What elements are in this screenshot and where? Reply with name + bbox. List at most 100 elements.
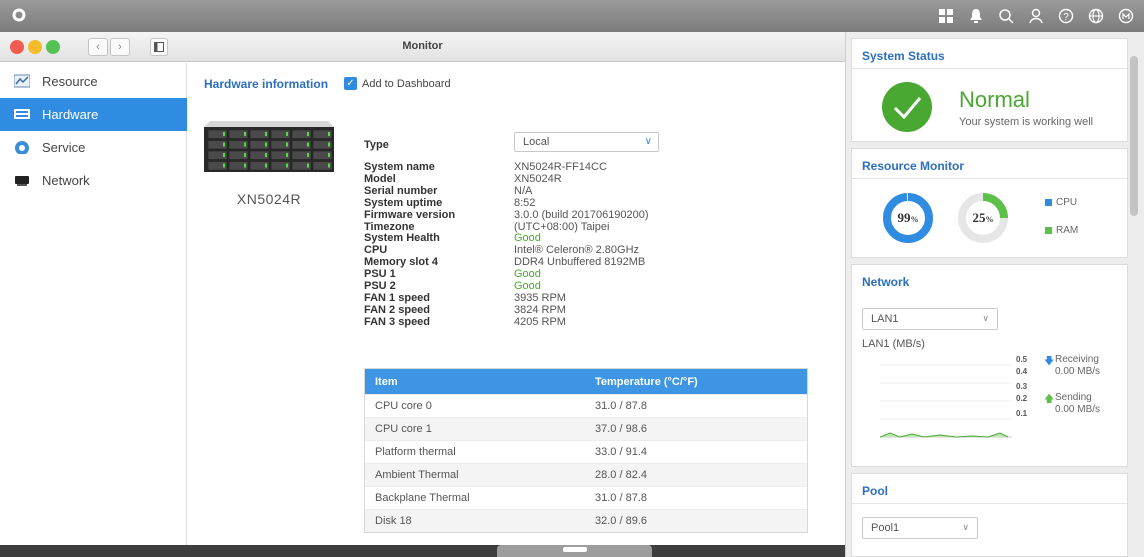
- field-value: (UTC+08:00) Taipei: [514, 220, 610, 233]
- field-label: Serial number: [364, 184, 438, 197]
- cpu-legend: CPU: [1045, 197, 1077, 208]
- network-icon: [15, 176, 29, 186]
- field-value: Good: [514, 268, 541, 281]
- field-label: FAN 2 speed: [364, 303, 431, 316]
- monitor-window: ‹ › Monitor Resource Hardware Service Ne…: [0, 32, 845, 557]
- pool-card: Pool Pool1 ∨: [851, 473, 1128, 557]
- sidebar-item-label: Network: [42, 173, 90, 188]
- table-row: CPU core 1 37.0 / 98.6: [365, 417, 807, 440]
- network-card: Network LAN1 ∨ LAN1 (MB/s) 0.5 0.4 0.3 0…: [851, 264, 1128, 467]
- field-label: Firmware version: [364, 208, 456, 221]
- receiving-info: 🡇 Receiving 0.00 MB/s: [1044, 354, 1101, 377]
- field-label: Timezone: [364, 220, 415, 233]
- type-label: Type: [364, 139, 389, 151]
- cell-item: CPU core 1: [375, 423, 432, 435]
- field-label: FAN 1 speed: [364, 291, 431, 304]
- table-row: CPU core 0 31.0 / 87.8: [365, 394, 807, 417]
- sidebar-item-hardware[interactable]: Hardware: [0, 98, 187, 131]
- cell-temperature: 28.0 / 82.4: [595, 469, 647, 481]
- cell-temperature: 32.0 / 89.6: [595, 515, 647, 527]
- field-label: Model: [364, 172, 396, 185]
- window-titlebar: ‹ › Monitor: [0, 32, 845, 62]
- ram-percent: 25%: [972, 210, 994, 225]
- table-row: Ambient Thermal 28.0 / 82.4: [365, 463, 807, 486]
- network-interface-select[interactable]: LAN1 ∨: [862, 308, 998, 330]
- dock-handle[interactable]: [497, 545, 652, 557]
- pool-title: Pool: [852, 474, 1127, 504]
- cell-temperature: 33.0 / 91.4: [595, 446, 647, 458]
- system-status-card: System Status Normal Your system is work…: [851, 38, 1128, 142]
- panel-scrollbar-thumb[interactable]: [1130, 56, 1138, 216]
- table-row: Disk 18 32.0 / 89.6: [365, 509, 807, 532]
- check-circle-icon: [882, 82, 932, 132]
- cell-item: CPU core 0: [375, 400, 432, 412]
- cell-temperature: 31.0 / 87.8: [595, 492, 647, 504]
- field-value: N/A: [514, 184, 533, 197]
- search-icon[interactable]: [996, 5, 1016, 27]
- type-select-value: Local: [523, 136, 550, 148]
- field-label: FAN 3 speed: [364, 315, 431, 328]
- field-value: 4205 RPM: [514, 315, 566, 328]
- window-title: Monitor: [402, 40, 443, 52]
- network-chart: [880, 364, 1012, 438]
- sending-info: 🡅 Sending 0.00 MB/s: [1044, 392, 1101, 415]
- sidebar-item-label: Hardware: [42, 107, 99, 122]
- chevron-down-icon: ∨: [962, 522, 969, 532]
- field-value: Good: [514, 280, 541, 292]
- status-state: Normal: [959, 87, 1030, 112]
- field-value: 3824 RPM: [514, 303, 566, 316]
- device-name: XN5024R: [236, 191, 302, 207]
- user-icon[interactable]: [1026, 5, 1046, 27]
- resource-monitor-title: Resource Monitor: [852, 149, 1127, 179]
- field-value: 8:52: [514, 196, 536, 209]
- cell-item: Platform thermal: [375, 446, 456, 458]
- resource-icon: [14, 74, 30, 88]
- cell-item: Ambient Thermal: [375, 469, 459, 481]
- bottom-dock: [0, 545, 845, 557]
- type-select[interactable]: Local ∨: [514, 132, 659, 152]
- grid-icon[interactable]: [936, 5, 956, 27]
- add-to-dashboard-checkbox[interactable]: ✓ Add to Dashboard: [344, 77, 451, 90]
- chevron-down-icon: ∨: [982, 313, 989, 323]
- network-chart-label: LAN1 (MB/s): [862, 338, 925, 350]
- temperature-table: Item Temperature (°C/°F) CPU core 0 31.0 …: [364, 368, 808, 533]
- field-label: System uptime: [364, 196, 443, 209]
- cell-item: Disk 18: [375, 515, 412, 527]
- pool-select[interactable]: Pool1 ∨: [862, 517, 978, 539]
- resource-monitor-card: Resource Monitor 99% 25% CPU RAM: [851, 148, 1128, 258]
- nas-device-image: [204, 121, 334, 172]
- sidebar-item-network[interactable]: Network: [0, 164, 187, 197]
- cpu-percent: 99%: [897, 210, 919, 225]
- table-row: Platform thermal 33.0 / 91.4: [365, 440, 807, 463]
- hardware-icon: [14, 109, 30, 119]
- field-label: PSU 2: [364, 280, 396, 292]
- bell-icon[interactable]: [966, 5, 986, 27]
- column-header-temperature: Temperature (°C/°F): [595, 375, 698, 388]
- sidebar-item-resource[interactable]: Resource: [0, 65, 187, 98]
- sidebar-item-service[interactable]: Service: [0, 131, 187, 164]
- arrow-up-icon: 🡅: [1044, 394, 1055, 405]
- help-icon[interactable]: ?: [1056, 5, 1076, 27]
- field-label: CPU: [364, 244, 388, 257]
- sidebar: Resource Hardware Service Network: [0, 63, 187, 557]
- field-label: System name: [364, 161, 435, 173]
- network-title: Network: [862, 275, 910, 289]
- cell-temperature: 37.0 / 98.6: [595, 423, 647, 435]
- field-value: Intel® Celeron® 2.80GHz: [514, 244, 640, 257]
- hardware-content: Hardware information ✓ Add to Dashboard …: [188, 63, 845, 557]
- system-status-title: System Status: [852, 39, 1127, 69]
- sidebar-item-label: Resource: [42, 74, 98, 89]
- field-value: 3935 RPM: [514, 291, 566, 304]
- cell-temperature: 31.0 / 87.8: [595, 400, 647, 412]
- network-scale: 0.5 0.4 0.3 0.2 0.1: [1016, 355, 1028, 418]
- field-value: 3.0.0 (build 201706190200): [514, 208, 649, 221]
- add-to-dashboard-label: Add to Dashboard: [362, 77, 451, 90]
- globe-icon[interactable]: [1086, 5, 1106, 27]
- svg-text:?: ?: [1063, 12, 1069, 23]
- pool-select-value: Pool1: [871, 522, 900, 534]
- service-icon: [15, 141, 29, 154]
- field-value: Good: [514, 232, 541, 245]
- field-label: PSU 1: [364, 268, 396, 281]
- qnap-logo-icon[interactable]: [10, 6, 28, 24]
- dashboard-icon[interactable]: [1116, 5, 1136, 27]
